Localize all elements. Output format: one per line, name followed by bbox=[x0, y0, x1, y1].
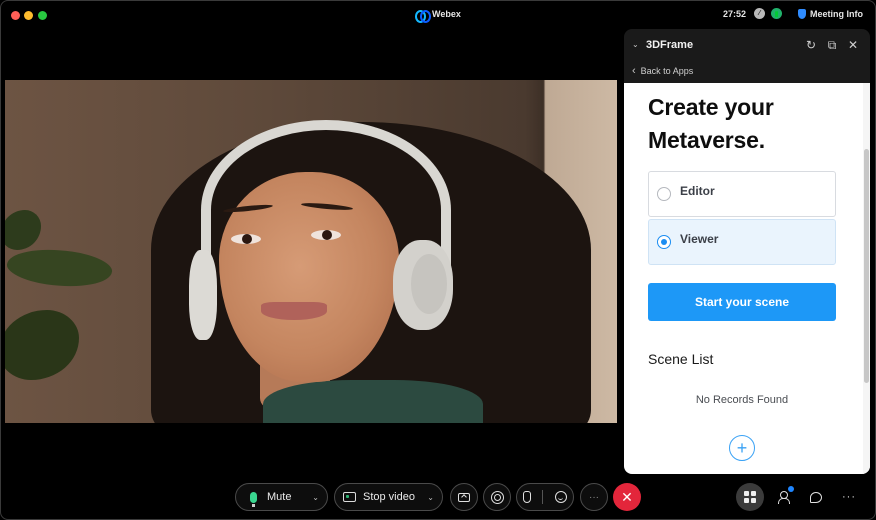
close-icon[interactable]: ✕ bbox=[844, 36, 862, 54]
status-area: 27:52 ⁄ ▮ Meeting Info bbox=[723, 8, 863, 19]
meeting-timer: 27:52 bbox=[722, 8, 746, 19]
plant-leaf bbox=[5, 310, 79, 380]
chat-icon bbox=[810, 491, 822, 503]
panel-content: Create your Metaverse. Editor Viewer Sta… bbox=[624, 83, 870, 474]
empty-state-text: No Records Found bbox=[695, 394, 789, 406]
app-title: Webex bbox=[415, 9, 461, 23]
minimize-window-button[interactable] bbox=[24, 11, 33, 20]
chevron-down-icon[interactable]: ⌄ bbox=[427, 493, 434, 502]
chat-button[interactable] bbox=[802, 483, 830, 511]
share-screen-icon bbox=[458, 492, 470, 502]
network-stats-icon[interactable]: ▮ bbox=[771, 8, 782, 19]
shield-icon bbox=[798, 8, 806, 19]
meeting-info-button[interactable]: Meeting Info bbox=[788, 8, 863, 19]
pop-out-icon[interactable]: ⧉ bbox=[823, 36, 841, 54]
plus-icon: + bbox=[736, 437, 748, 458]
webex-logo-icon bbox=[415, 9, 431, 23]
record-icon bbox=[490, 490, 504, 504]
add-scene-button[interactable]: + bbox=[729, 435, 755, 461]
participants-icon bbox=[778, 491, 790, 504]
close-window-button[interactable] bbox=[11, 11, 20, 20]
plant-leaf bbox=[5, 242, 114, 294]
app-title-label: Webex bbox=[432, 9, 461, 19]
reactions-group bbox=[516, 483, 574, 511]
viewer-option[interactable]: Viewer bbox=[648, 219, 836, 265]
meeting-controls: Mute ⌄ Stop video ⌄ ··· ✕ ··· bbox=[1, 479, 875, 517]
editor-radio[interactable] bbox=[657, 187, 671, 201]
webex-window: Webex 27:52 ⁄ ▮ Meeting Info ⌄ 3DFrame ↻… bbox=[0, 0, 876, 520]
headphone-cup bbox=[393, 240, 453, 330]
editor-label: Editor bbox=[680, 184, 715, 198]
headline-line-1: Create your bbox=[648, 94, 774, 120]
viewer-radio[interactable] bbox=[657, 235, 671, 249]
record-button[interactable] bbox=[483, 483, 511, 511]
scrollbar-thumb[interactable] bbox=[864, 149, 869, 383]
ellipsis-icon: ··· bbox=[589, 491, 599, 503]
scrollbar-track[interactable] bbox=[863, 83, 870, 474]
start-scene-button[interactable]: Start your scene bbox=[648, 283, 836, 321]
refresh-icon[interactable]: ↻ bbox=[802, 36, 820, 54]
connection-icon[interactable]: ⁄ bbox=[754, 8, 765, 19]
end-meeting-button[interactable]: ✕ bbox=[613, 483, 641, 511]
mute-button[interactable]: Mute ⌄ bbox=[235, 483, 328, 511]
app-side-panel: ⌄ 3DFrame ↻ ⧉ ✕ ‹ Back to Apps Create yo… bbox=[624, 29, 870, 474]
divider bbox=[542, 490, 544, 504]
back-to-apps-link[interactable]: ‹ Back to Apps bbox=[632, 63, 693, 79]
chevron-down-icon[interactable]: ⌄ bbox=[632, 40, 640, 49]
microphone-icon bbox=[250, 491, 257, 507]
chevron-left-icon: ‹ bbox=[632, 65, 636, 77]
plant-leaf bbox=[5, 210, 41, 250]
apps-icon bbox=[744, 491, 756, 503]
reactions-icon[interactable] bbox=[555, 491, 568, 503]
more-panels-button[interactable]: ··· bbox=[835, 483, 863, 511]
notification-badge bbox=[788, 486, 794, 492]
title-bar: Webex 27:52 ⁄ ▮ Meeting Info bbox=[1, 1, 875, 31]
back-to-apps-label: Back to Apps bbox=[640, 66, 694, 76]
page-title: Create your Metaverse. bbox=[648, 91, 774, 157]
headphone-cup bbox=[189, 250, 217, 340]
share-screen-button[interactable] bbox=[450, 483, 478, 511]
stop-video-label: Stop video bbox=[363, 491, 415, 503]
participant-shirt bbox=[263, 380, 483, 423]
ellipsis-icon: ··· bbox=[842, 491, 856, 503]
meeting-info-label: Meeting Info bbox=[810, 8, 863, 19]
viewer-label: Viewer bbox=[680, 232, 719, 246]
editor-option[interactable]: Editor bbox=[648, 171, 836, 217]
raise-hand-icon[interactable] bbox=[522, 491, 531, 503]
more-options-button[interactable]: ··· bbox=[580, 483, 608, 511]
stop-video-button[interactable]: Stop video ⌄ bbox=[334, 483, 443, 511]
mouth bbox=[261, 302, 327, 320]
close-icon: ✕ bbox=[621, 488, 633, 505]
apps-button[interactable] bbox=[736, 483, 764, 511]
camera-icon bbox=[343, 492, 356, 502]
mute-label: Mute bbox=[267, 491, 292, 503]
maximize-window-button[interactable] bbox=[38, 11, 47, 20]
headline-line-2: Metaverse. bbox=[648, 127, 765, 153]
chevron-down-icon[interactable]: ⌄ bbox=[312, 493, 319, 502]
panel-header: ⌄ 3DFrame ↻ ⧉ ✕ bbox=[624, 29, 870, 61]
panel-title: 3DFrame bbox=[646, 39, 694, 51]
scene-list-title: Scene List bbox=[648, 351, 714, 367]
participant-video bbox=[5, 80, 617, 423]
